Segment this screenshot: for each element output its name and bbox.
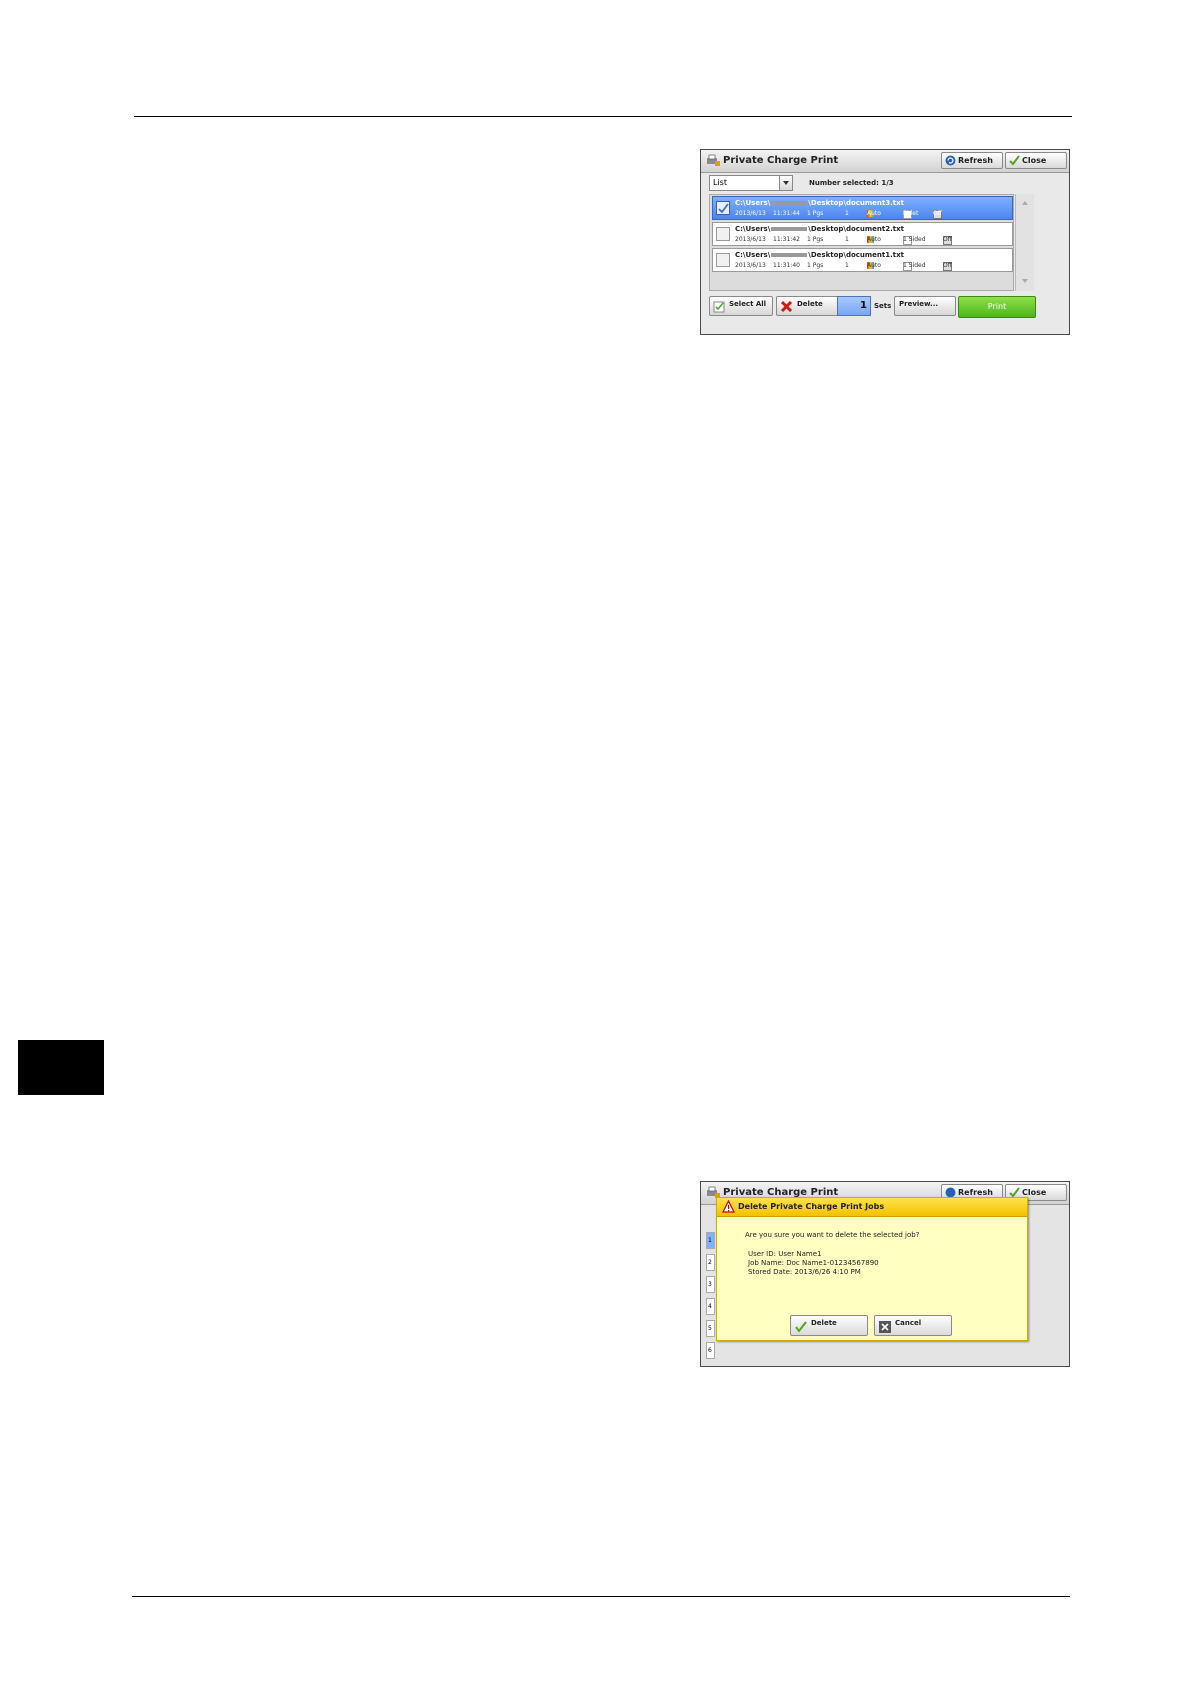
screen-title: Private Charge Print [723,155,839,166]
job-date: 2013/6/13 [735,236,766,243]
job-copies: 1 [845,262,849,269]
chevron-down-icon [779,176,792,190]
private-charge-print-screen: Private Charge Print Refresh Close List … [700,149,1070,335]
check-icon [1009,155,1020,166]
printer-lock-icon [707,154,720,166]
view-select[interactable]: List [709,175,793,191]
dialog-title: Delete Private Charge Print Jobs [738,1202,885,1211]
job-checkbox[interactable] [716,227,730,241]
bg-close-label: Close [1022,1188,1047,1197]
job-copies: 1 [845,210,849,217]
job-color: Auto [867,210,881,217]
job-pages: 1 Pgs [807,210,824,217]
confirm-delete-label: Delete [811,1319,837,1327]
preview-label: Preview... [899,300,939,308]
job-date: 2013/6/13 [735,210,766,217]
bg-row-number: 3 [706,1276,715,1293]
close-label: Close [1022,156,1047,165]
job-time: 11:31:42 [773,236,800,243]
preview-button[interactable]: Preview... [894,296,956,316]
check-icon [718,203,729,214]
number-selected: Number selected: 1/3 [809,179,894,187]
job-path: C:\Users\ \Desktop\document3.txt [735,199,905,207]
job-time: 11:31:40 [773,262,800,269]
view-select-value: List [713,178,727,187]
job-pages: 1 Pgs [807,262,824,269]
delete-confirm-dialog: Delete Private Charge Print Jobs Are you… [716,1197,1028,1341]
sets-input[interactable]: 1 [837,296,871,316]
job-sides: 1 Sided [903,236,926,243]
check-icon [795,1321,807,1333]
delete-dialog-screen: Private Charge Print Refresh Close 1 2 3… [700,1181,1070,1367]
job-checkbox[interactable] [716,253,730,267]
job-pages: 1 Pgs [807,236,824,243]
close-icon [879,1321,891,1333]
dialog-question: Are you sure you want to delete the sele… [745,1231,920,1239]
bg-refresh-label: Refresh [958,1188,993,1197]
bg-row-number: 1 [706,1232,715,1249]
bg-row-number: 4 [706,1298,715,1315]
bg-row-number: 6 [706,1342,715,1359]
select-all-button[interactable]: Select All [709,296,773,316]
header-rule [134,116,1072,117]
job-path: C:\Users\ \Desktop\document1.txt [735,251,905,259]
job-color: Auto [867,236,881,243]
job-sides: 1 Sided [903,262,926,269]
job-date: 2013/6/13 [735,262,766,269]
delete-icon [780,300,793,313]
job-row[interactable]: C:\Users\ \Desktop\document3.txt 2013/6/1… [712,196,1013,220]
job-row[interactable]: C:\Users\ \Desktop\document2.txt 2013/6/1… [712,222,1013,246]
bg-row-number: 2 [706,1254,715,1271]
job-path: C:\Users\ \Desktop\document2.txt [735,225,905,233]
job-time: 11:31:44 [773,210,800,217]
job-staple: Off [943,262,952,269]
select-all-label: Select All [729,300,767,308]
close-button[interactable]: Close [1005,152,1067,169]
job-checkbox[interactable] [716,201,730,215]
scroll-up-icon[interactable] [1022,201,1028,205]
job-row[interactable]: C:\Users\ \Desktop\document1.txt 2013/6/1… [712,248,1013,272]
delete-button[interactable]: Delete [776,296,840,316]
sets-label: Sets [874,302,892,310]
job-staple: Off [933,210,942,217]
dialog-user-id: User ID: User Name1 [748,1250,822,1258]
footer-rule [132,1596,1070,1597]
refresh-icon [945,155,956,166]
dialog-stored-date: Stored Date: 2013/6/26 4:10 PM [748,1268,861,1276]
job-copies: 1 [845,236,849,243]
refresh-button[interactable]: Refresh [941,152,1003,169]
warning-icon [722,1200,735,1213]
job-sides: Bklet [903,210,919,217]
print-button[interactable]: Print [958,296,1036,318]
bg-row-number: 5 [706,1320,715,1337]
job-list: C:\Users\ \Desktop\document3.txt 2013/6/1… [709,194,1014,291]
title-bar: Private Charge Print Refresh Close [701,150,1069,173]
cancel-label: Cancel [895,1319,922,1327]
list-scrollbar[interactable] [1015,194,1034,291]
dialog-job-name: Job Name: Doc Name1-01234567890 [748,1259,879,1267]
scroll-down-icon[interactable] [1022,279,1028,283]
delete-label: Delete [797,300,823,308]
cancel-button[interactable]: Cancel [874,1315,952,1336]
refresh-label: Refresh [958,156,993,165]
job-color: Auto [867,262,881,269]
job-staple: Off [943,236,952,243]
dialog-title-bar: Delete Private Charge Print Jobs [717,1198,1027,1217]
select-all-icon [713,301,725,313]
confirm-delete-button[interactable]: Delete [790,1315,868,1336]
chapter-tab [18,1040,104,1095]
